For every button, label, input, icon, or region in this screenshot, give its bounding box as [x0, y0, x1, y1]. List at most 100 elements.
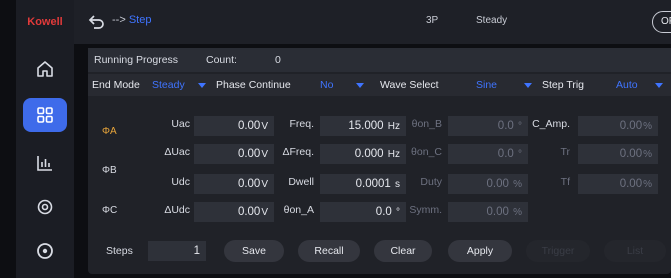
phase-c-selector[interactable]: ΦC	[102, 205, 117, 216]
settings-row: End Mode Steady Phase Continue No Wave S…	[88, 74, 671, 96]
dfreq-value: 0.000	[354, 148, 384, 160]
wave-select-value[interactable]: Sine	[476, 79, 497, 91]
phase-indicator: 3P	[426, 15, 439, 26]
duty-field[interactable]: 0.00 %	[448, 174, 528, 194]
symm-unit: %	[513, 207, 522, 218]
c-amp-value: 0.00	[619, 120, 643, 132]
tf-unit: %	[643, 179, 652, 190]
theta-on-c-label: θon_C	[411, 146, 442, 158]
end-mode-label: End Mode	[92, 79, 140, 91]
steps-label: Steps	[106, 245, 133, 257]
theta-on-b-value: 0.0	[497, 120, 514, 132]
tr-value: 0.00	[619, 148, 643, 160]
home-button[interactable]	[23, 52, 67, 86]
uac-value: 0.00	[237, 120, 261, 132]
theta-on-a-value: 0.0	[375, 206, 392, 218]
breadcrumb-current: Step	[128, 14, 152, 26]
udc-field[interactable]: 0.00V	[194, 174, 274, 194]
apply-button[interactable]: Apply	[448, 240, 512, 262]
measure-button[interactable]	[23, 146, 67, 180]
dudc-unit: V	[261, 207, 268, 218]
about-button[interactable]	[23, 234, 67, 268]
dfreq-label: ΔFreq.	[282, 146, 314, 158]
sidebar: Kowell	[16, 0, 74, 278]
dfreq-unit: Hz	[387, 149, 400, 160]
duac-label: ΔUac	[164, 146, 190, 158]
step-trig-value[interactable]: Auto	[616, 79, 638, 91]
dwell-label: Dwell	[288, 176, 314, 188]
freq-unit: Hz	[387, 121, 400, 132]
step-trig-dropdown-icon[interactable]	[655, 83, 663, 88]
wave-select-dropdown-icon[interactable]	[524, 83, 532, 88]
list-button[interactable]: List	[604, 240, 666, 262]
uac-unit: V	[261, 121, 268, 132]
theta-on-c-field[interactable]: 0.0 °	[448, 144, 528, 164]
app-window: Kowell --> Step 3P Steady O Running Prog…	[0, 0, 671, 278]
freq-label: Freq.	[289, 118, 314, 130]
symm-label: Symm.	[409, 204, 442, 216]
step-panel: Running Progress Count: 0 End Mode Stead…	[88, 48, 671, 274]
dwell-field[interactable]: 0.0001 s	[320, 174, 406, 194]
bar-chart-icon	[37, 156, 52, 171]
mode-indicator: Steady	[476, 15, 508, 26]
tf-label: Tf	[560, 176, 570, 188]
udc-unit: V	[261, 179, 268, 190]
phase-continue-label: Phase Continue	[216, 79, 291, 91]
uac-field[interactable]: 0.00V	[194, 116, 274, 136]
wave-select-label: Wave Select	[380, 79, 439, 91]
breadcrumb-separator: -->	[112, 14, 126, 26]
tr-unit: %	[643, 149, 652, 160]
phase-b-selector[interactable]: ΦB	[102, 165, 117, 176]
progress-row: Running Progress Count: 0	[88, 48, 671, 72]
theta-on-b-field[interactable]: 0.0 °	[448, 116, 528, 136]
freq-field[interactable]: 15.000 Hz	[320, 116, 406, 136]
trigger-button[interactable]: Trigger	[526, 240, 590, 262]
theta-on-c-value: 0.0	[497, 148, 514, 160]
phase-continue-value[interactable]: No	[320, 79, 333, 91]
output-toggle[interactable]: OF	[652, 11, 671, 33]
tr-field[interactable]: 0.00%	[578, 144, 658, 164]
dwell-unit: s	[395, 179, 400, 190]
dudc-label: ΔUdc	[164, 204, 190, 216]
theta-on-b-label: θon_B	[411, 118, 442, 130]
tr-label: Tr	[560, 146, 570, 158]
freq-value: 15.000	[348, 120, 384, 132]
dwell-value: 0.0001	[355, 178, 391, 190]
duac-value: 0.00	[237, 148, 261, 160]
c-amp-unit: %	[643, 121, 652, 132]
c-amp-label: C_Amp.	[532, 118, 570, 130]
phase-a-selector[interactable]: ΦA	[102, 126, 117, 137]
settings-button[interactable]	[23, 190, 67, 224]
theta-on-a-field[interactable]: 0.0 °	[320, 202, 406, 222]
steps-field[interactable]: 1	[148, 241, 206, 261]
back-icon[interactable]	[86, 12, 106, 32]
dudc-field[interactable]: 0.00V	[194, 202, 274, 222]
end-mode-dropdown-icon[interactable]	[198, 83, 206, 88]
theta-on-a-label: θon_A	[283, 204, 314, 216]
theta-on-a-unit: °	[396, 207, 400, 218]
duty-label: Duty	[420, 176, 442, 188]
duac-field[interactable]: 0.00V	[194, 144, 274, 164]
end-mode-value[interactable]: Steady	[152, 79, 185, 91]
symm-field[interactable]: 0.00 %	[448, 202, 528, 222]
save-button[interactable]: Save	[224, 240, 284, 262]
home-icon	[37, 61, 53, 77]
dudc-value: 0.00	[237, 206, 261, 218]
tf-field[interactable]: 0.00%	[578, 174, 658, 194]
recall-button[interactable]: Recall	[298, 240, 360, 262]
gear-icon	[37, 199, 53, 215]
grid-icon	[37, 107, 53, 123]
count-value: 0	[275, 54, 281, 66]
clear-button[interactable]: Clear	[374, 240, 432, 262]
count-label: Count:	[206, 54, 237, 66]
duty-unit: %	[513, 179, 522, 190]
steps-value: 1	[193, 245, 200, 257]
c-amp-field[interactable]: 0.00%	[578, 116, 658, 136]
udc-value: 0.00	[237, 178, 261, 190]
step-mode-button[interactable]	[23, 98, 67, 132]
dfreq-field[interactable]: 0.000 Hz	[320, 144, 406, 164]
info-icon	[37, 243, 53, 259]
theta-on-c-unit: °	[518, 149, 522, 160]
duty-value: 0.00	[486, 178, 509, 190]
phase-continue-dropdown-icon[interactable]	[356, 83, 364, 88]
